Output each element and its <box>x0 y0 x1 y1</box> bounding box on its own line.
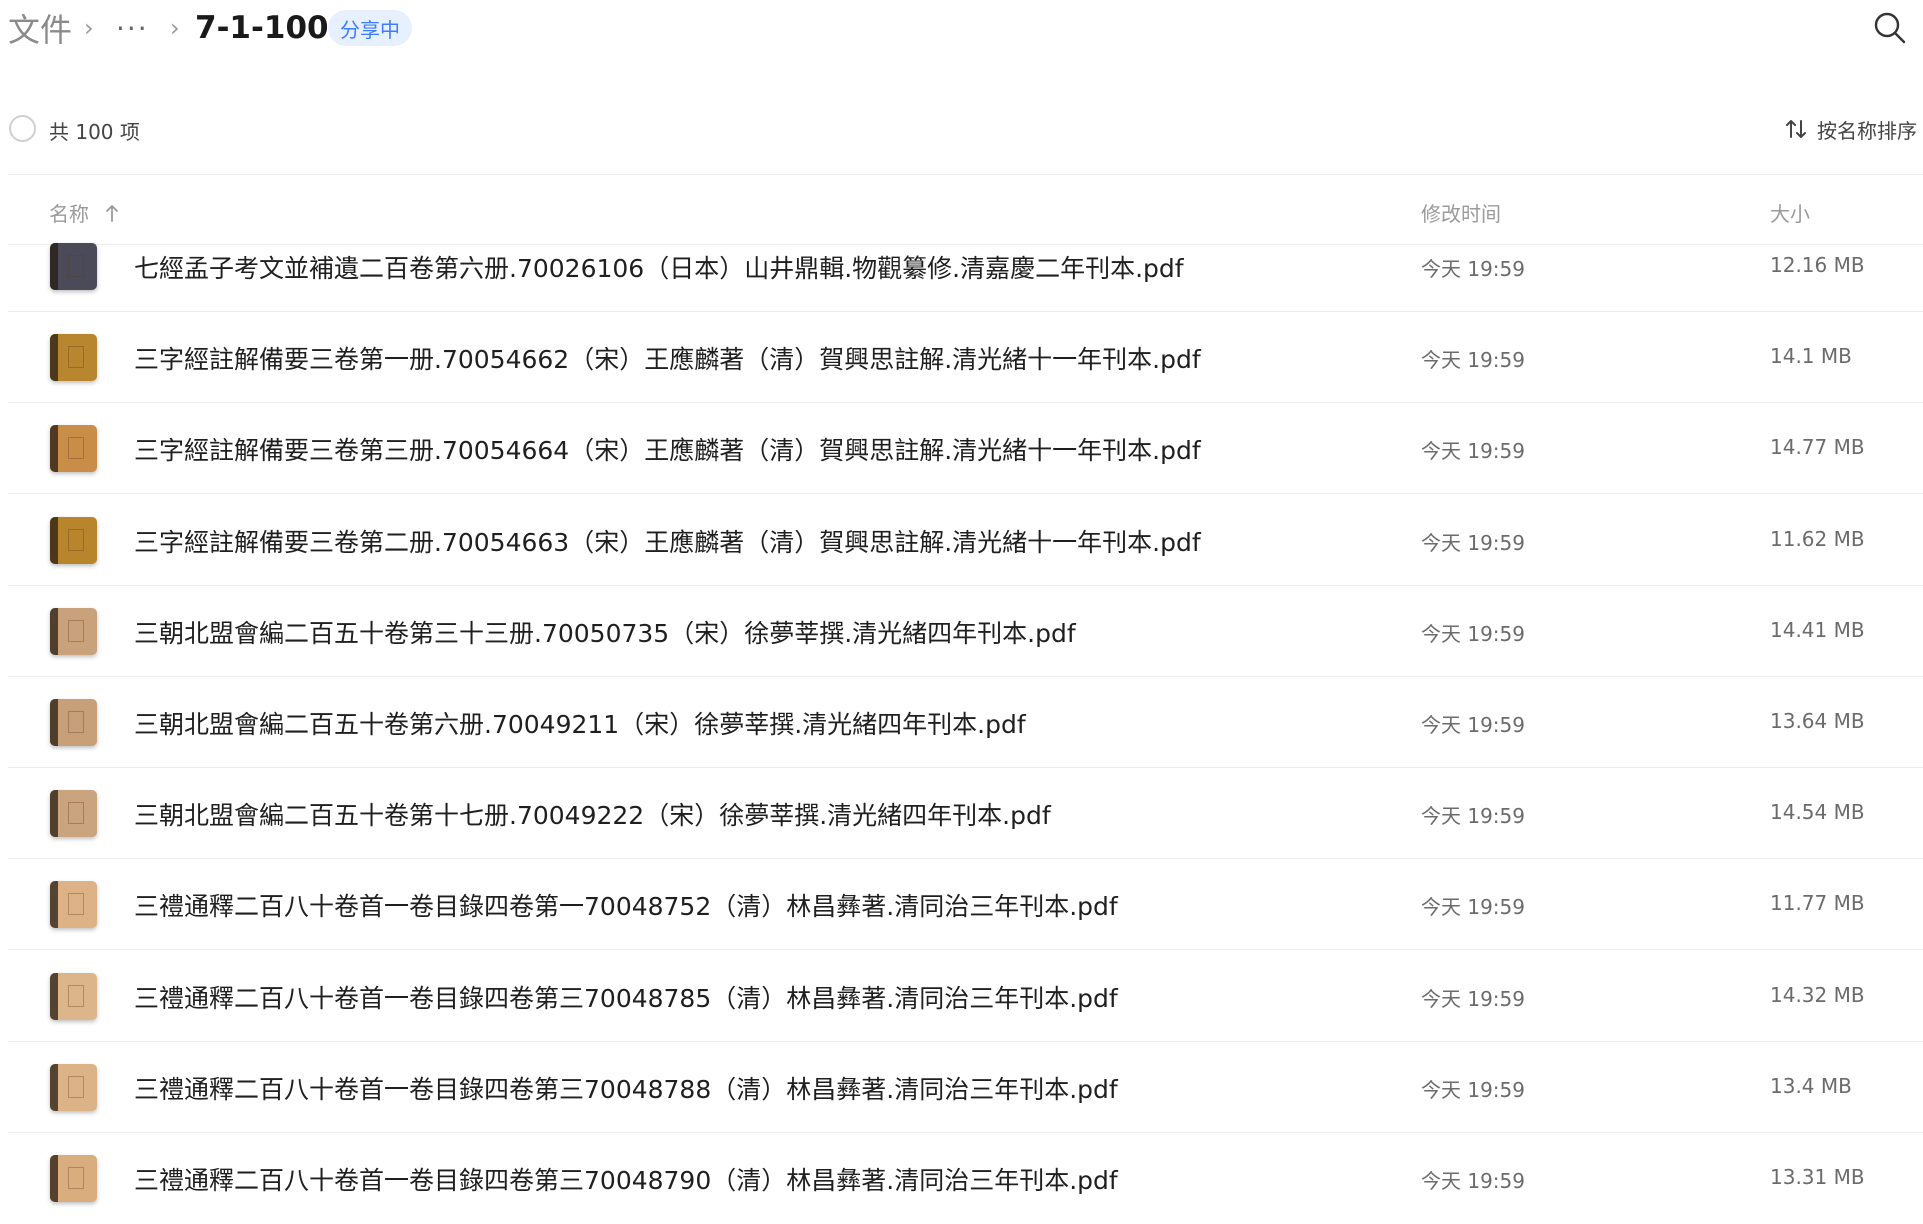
book-spine <box>50 516 58 564</box>
file-size: 14.41 MB <box>1770 617 1865 642</box>
file-name[interactable]: 三字經註解備要三卷第一册.70054662（宋）王應麟著（清）賀興思註解.清光緒… <box>134 340 1201 376</box>
book-cover-label <box>68 1167 84 1189</box>
book-cover-label <box>68 346 84 369</box>
book-cover-label <box>68 802 84 825</box>
file-name[interactable]: 三字經註解備要三卷第三册.70054664（宋）王應麟著（清）賀興思註解.清光緒… <box>134 431 1201 467</box>
sort-label: 按名称排序 <box>1817 118 1917 143</box>
book-spine <box>50 790 58 838</box>
file-thumbnail <box>50 881 97 929</box>
breadcrumb-separator: › <box>170 14 180 42</box>
search-icon <box>1874 12 1906 44</box>
file-row[interactable]: 三字經註解備要三卷第二册.70054663（宋）王應麟著（清）賀興思註解.清光緒… <box>0 495 1923 586</box>
file-size: 11.77 MB <box>1770 891 1865 916</box>
file-name[interactable]: 三禮通釋二百八十卷首一卷目錄四卷第三70048785（清）林昌彝著.清同治三年刊… <box>134 979 1118 1015</box>
file-thumbnail <box>50 516 97 564</box>
item-count: 共 100 项 <box>49 120 140 144</box>
book-cover-label <box>68 893 84 916</box>
book-spine <box>50 607 58 655</box>
book-spine <box>50 972 58 1020</box>
book-cover-label <box>68 255 84 277</box>
file-row[interactable]: 三字經註解備要三卷第三册.70054664（宋）王應麟著（清）賀興思註解.清光緒… <box>0 403 1923 495</box>
file-size: 14.32 MB <box>1770 982 1865 1007</box>
book-spine <box>50 243 58 290</box>
file-thumbnail <box>50 1063 97 1111</box>
header-bar: 文件 › ··· › 7-1-100 分享中 <box>0 0 1923 56</box>
book-spine <box>50 425 58 473</box>
file-thumbnail <box>50 243 97 290</box>
book-spine <box>50 334 58 382</box>
file-thumbnail <box>50 972 97 1020</box>
file-size: 14.1 MB <box>1770 344 1852 369</box>
file-row[interactable]: 三禮通釋二百八十卷首一卷目錄四卷第三70048788（清）林昌彝著.清同治三年刊… <box>0 1042 1923 1133</box>
breadcrumb-current-folder: 7-1-100 <box>195 10 329 46</box>
file-row[interactable]: 三禮通釋二百八十卷首一卷目錄四卷第三70048785（清）林昌彝著.清同治三年刊… <box>0 951 1923 1042</box>
file-name[interactable]: 三朝北盟會編二百五十卷第三十三册.70050735（宋）徐夢莘撰.清光緒四年刊本… <box>134 614 1076 650</box>
book-cover-label <box>68 437 84 460</box>
file-modified-time: 今天 19:59 <box>1421 348 1525 373</box>
file-row[interactable]: 三朝北盟會編二百五十卷第六册.70049211（宋）徐夢莘撰.清光緒四年刊本.p… <box>0 677 1923 768</box>
file-size: 13.4 MB <box>1770 1073 1852 1098</box>
sort-icon <box>1786 120 1806 138</box>
file-row[interactable]: 三朝北盟會編二百五十卷第十七册.70049222（宋）徐夢莘撰.清光緒四年刊本.… <box>0 768 1923 860</box>
file-size: 12.16 MB <box>1770 253 1865 277</box>
sort-button[interactable]: 按名称排序 <box>1783 114 1917 144</box>
file-name[interactable]: 三禮通釋二百八十卷首一卷目錄四卷第三70048788（清）林昌彝著.清同治三年刊… <box>134 1070 1118 1106</box>
file-modified-time: 今天 19:59 <box>1421 257 1525 281</box>
file-modified-time: 今天 19:59 <box>1421 986 1525 1011</box>
list-toolbar: 共 100 项 按名称排序 <box>0 108 1923 152</box>
file-modified-time: 今天 19:59 <box>1421 621 1525 646</box>
sort-ascending-arrow-icon <box>106 204 118 222</box>
file-size: 14.77 MB <box>1770 435 1865 460</box>
file-size: 13.64 MB <box>1770 709 1865 733</box>
file-row[interactable]: 七經孟子考文並補遺二百卷第六册.70026106（日本）山井鼎輯.物觀纂修.清嘉… <box>0 221 1923 312</box>
book-spine <box>50 881 58 929</box>
book-cover-label <box>68 528 84 551</box>
file-name[interactable]: 三禮通釋二百八十卷首一卷目錄四卷第三70048790（清）林昌彝著.清同治三年刊… <box>134 1161 1118 1197</box>
select-all-checkbox[interactable] <box>9 115 36 142</box>
book-cover-label <box>68 619 84 642</box>
book-cover-label <box>68 711 84 733</box>
file-thumbnail <box>50 699 97 746</box>
file-name[interactable]: 三朝北盟會編二百五十卷第十七册.70049222（宋）徐夢莘撰.清光緒四年刊本.… <box>134 796 1051 832</box>
file-modified-time: 今天 19:59 <box>1421 1169 1525 1193</box>
file-name[interactable]: 三禮通釋二百八十卷首一卷目錄四卷第一70048752（清）林昌彝著.清同治三年刊… <box>134 887 1118 923</box>
file-thumbnail <box>50 425 97 473</box>
breadcrumb-separator: › <box>84 14 94 42</box>
book-spine <box>50 1155 58 1202</box>
file-thumbnail <box>50 607 97 655</box>
breadcrumb-ellipsis[interactable]: ··· <box>116 8 149 48</box>
file-modified-time: 今天 19:59 <box>1421 530 1525 555</box>
divider <box>8 174 1923 175</box>
file-thumbnail <box>50 1155 97 1202</box>
file-modified-time: 今天 19:59 <box>1421 713 1525 737</box>
file-row[interactable]: 三朝北盟會編二百五十卷第三十三册.70050735（宋）徐夢莘撰.清光緒四年刊本… <box>0 586 1923 677</box>
book-spine <box>50 699 58 746</box>
file-row[interactable]: 三禮通釋二百八十卷首一卷目錄四卷第一70048752（清）林昌彝著.清同治三年刊… <box>0 859 1923 951</box>
file-thumbnail <box>50 334 97 382</box>
file-size: 13.31 MB <box>1770 1165 1865 1189</box>
file-thumbnail <box>50 790 97 838</box>
sharing-badge[interactable]: 分享中 <box>328 10 412 46</box>
file-modified-time: 今天 19:59 <box>1421 804 1525 829</box>
file-size: 14.54 MB <box>1770 800 1865 825</box>
file-size: 11.62 MB <box>1770 526 1865 551</box>
file-name[interactable]: 三字經註解備要三卷第二册.70054663（宋）王應麟著（清）賀興思註解.清光緒… <box>134 523 1201 559</box>
file-row[interactable]: 三禮通釋二百八十卷首一卷目錄四卷第三70048790（清）林昌彝著.清同治三年刊… <box>0 1133 1923 1224</box>
breadcrumb-root[interactable]: 文件 <box>8 8 72 49</box>
file-modified-time: 今天 19:59 <box>1421 439 1525 464</box>
book-cover-label <box>68 984 84 1007</box>
search-button[interactable] <box>1872 10 1908 46</box>
file-row[interactable]: 三字經註解備要三卷第一册.70054662（宋）王應麟著（清）賀興思註解.清光緒… <box>0 312 1923 404</box>
file-name[interactable]: 三朝北盟會編二百五十卷第六册.70049211（宋）徐夢莘撰.清光緒四年刊本.p… <box>134 705 1026 741</box>
book-spine <box>50 1063 58 1111</box>
file-modified-time: 今天 19:59 <box>1421 1077 1525 1102</box>
book-cover-label <box>68 1075 84 1098</box>
file-modified-time: 今天 19:59 <box>1421 895 1525 920</box>
file-name[interactable]: 七經孟子考文並補遺二百卷第六册.70026106（日本）山井鼎輯.物觀纂修.清嘉… <box>134 249 1184 285</box>
